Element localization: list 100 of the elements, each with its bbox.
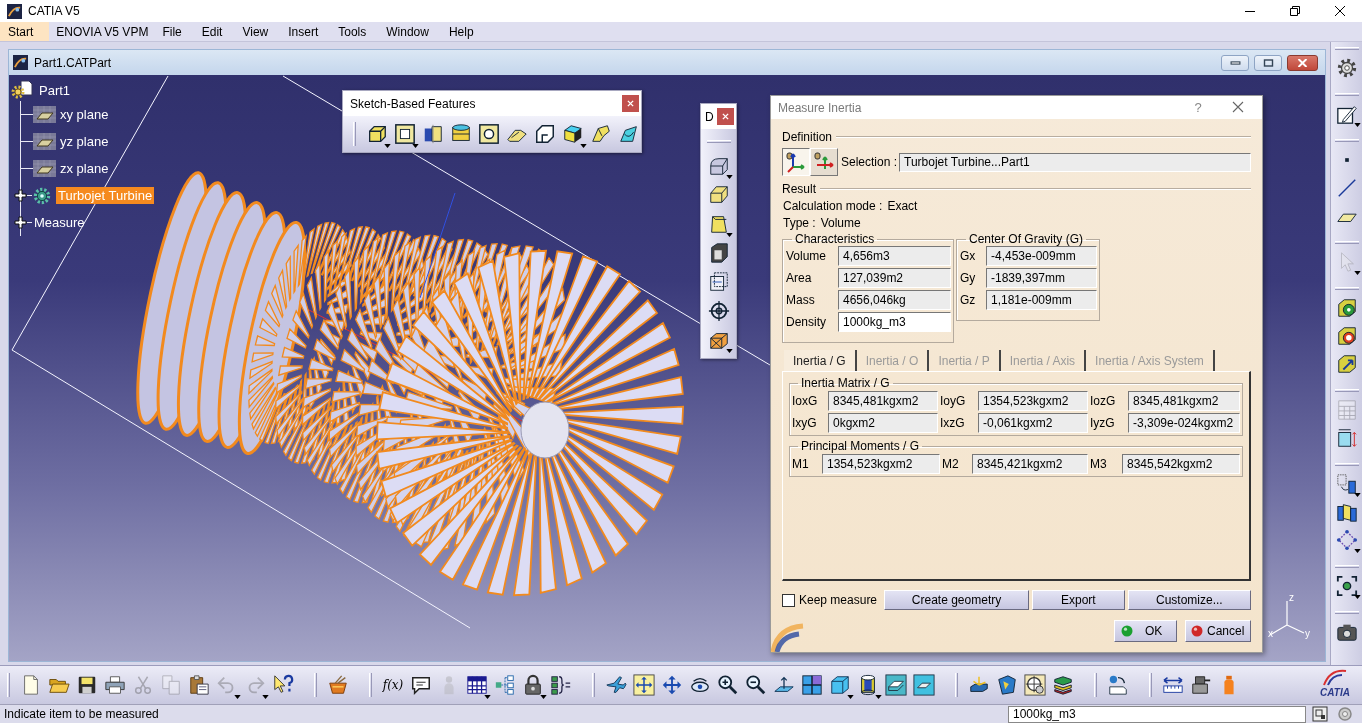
dimension-box-icon[interactable] (1335, 427, 1358, 449)
field-value: Volume (820, 215, 861, 230)
close-button[interactable] (622, 95, 639, 112)
dropdown-caret-icon[interactable] (412, 143, 419, 148)
value-field: 8345,421kgxm2 (972, 454, 1088, 474)
dropdown-caret-icon[interactable] (725, 233, 733, 237)
tree-item[interactable]: yz plane (58, 133, 111, 150)
printer-icon[interactable] (104, 674, 126, 696)
bowl-icon[interactable] (327, 674, 349, 696)
colored-cube-icon[interactable] (562, 123, 584, 145)
stacked-layers-icon[interactable] (1052, 674, 1074, 696)
box-arrow-icon[interactable] (1335, 473, 1358, 495)
clipboard-icon[interactable] (188, 674, 210, 696)
restore-button[interactable] (1254, 54, 1282, 71)
pillars-icon[interactable] (1335, 501, 1358, 523)
menu-item[interactable]: Tools (328, 22, 377, 41)
selection-field[interactable]: Turbojet Turbine...Part1 (899, 152, 1251, 172)
minimize-button[interactable] (1221, 54, 1249, 71)
cube-icon[interactable] (829, 674, 851, 696)
move-arrows-icon[interactable] (661, 674, 683, 696)
cube-arrow-icon[interactable] (1335, 353, 1358, 375)
cube-ring-icon[interactable] (1335, 325, 1358, 347)
dropdown-caret-icon[interactable] (1353, 493, 1361, 497)
dialog-button[interactable]: OK (1114, 620, 1177, 642)
action-button[interactable]: Create geometry (884, 590, 1029, 610)
chamfer-block-icon[interactable] (707, 183, 730, 206)
hierarchy-icon[interactable] (494, 674, 516, 696)
dropdown-caret-icon[interactable] (725, 349, 733, 353)
four-view-icon[interactable] (801, 674, 823, 696)
gear-icon[interactable] (1335, 57, 1358, 79)
tab[interactable]: Inertia / G (784, 350, 857, 371)
input-field[interactable]: 1000kg_m3 (838, 312, 951, 332)
checkbox-label[interactable]: Keep measure (799, 593, 878, 607)
pocket-block-icon[interactable] (394, 123, 416, 145)
measure-distance-icon[interactable] (1162, 674, 1184, 696)
hole-block-icon[interactable] (478, 123, 500, 145)
zoom-out-icon[interactable] (745, 674, 767, 696)
value-field: 1354,523kgxm2 (822, 454, 940, 474)
tree-item[interactable]: Measure (32, 214, 87, 231)
dropdown-caret-icon[interactable] (725, 175, 733, 179)
menu-item[interactable]: Window (376, 22, 439, 41)
dropdown-caret-icon[interactable] (580, 143, 587, 148)
airplane-icon[interactable] (605, 674, 627, 696)
dropdown-caret-icon[interactable] (1353, 549, 1361, 553)
expand-plus-icon[interactable] (14, 216, 27, 229)
close-button[interactable] (717, 108, 734, 125)
material-sheet-icon[interactable] (996, 674, 1018, 696)
dropdown-caret-icon[interactable] (384, 143, 391, 148)
fit-all-icon[interactable] (633, 674, 655, 696)
checkbox[interactable] (782, 593, 795, 607)
zoom-in-icon[interactable] (717, 674, 739, 696)
menu-item[interactable]: Start (0, 22, 50, 41)
dropdown-caret-icon[interactable] (875, 694, 882, 699)
crosshair-icon[interactable] (707, 299, 730, 322)
pointer-question-icon[interactable] (272, 674, 294, 696)
dropdown-caret-icon[interactable] (1353, 595, 1361, 599)
dropdown-caret-icon[interactable] (1353, 123, 1361, 127)
disc-icon[interactable] (1337, 706, 1353, 722)
slot-profile-icon[interactable] (534, 123, 556, 145)
grid-table-icon[interactable] (466, 674, 488, 696)
extruded-block-icon[interactable] (366, 123, 388, 145)
focus-frame-icon[interactable] (1335, 575, 1358, 597)
menu-item[interactable]: File (152, 22, 192, 41)
sphere-arrow-icon[interactable] (1107, 674, 1129, 696)
menu-item[interactable]: Help (438, 22, 484, 41)
padlock-icon[interactable] (522, 674, 544, 696)
help-button[interactable]: ? (1188, 100, 1208, 115)
mode-button[interactable] (782, 148, 810, 176)
dropdown-caret-icon[interactable] (540, 694, 547, 699)
speech-bubble-icon[interactable] (410, 674, 432, 696)
cube-wheel-icon[interactable] (1335, 297, 1358, 319)
swept-solid-icon[interactable] (590, 123, 612, 145)
revolved-shape-icon[interactable] (422, 123, 444, 145)
menu-item[interactable]: Insert (278, 22, 329, 41)
cut-swept-icon[interactable] (618, 123, 640, 145)
tree-item[interactable]: xy plane (58, 106, 111, 123)
window-frame-icon[interactable] (1312, 706, 1328, 722)
swap-space-icon[interactable] (913, 674, 935, 696)
dialog-button[interactable]: Cancel (1185, 620, 1251, 642)
dropdown-caret-icon[interactable] (484, 694, 491, 699)
sketch-pencil-icon[interactable] (1335, 103, 1358, 125)
brace-equals-icon[interactable] (550, 674, 572, 696)
tree-item[interactable]: Part1 (37, 81, 73, 99)
action-button[interactable]: Customize... (1127, 590, 1251, 610)
action-button[interactable]: Export (1032, 590, 1125, 610)
close-button[interactable] (1232, 100, 1246, 115)
menu-item[interactable]: View (232, 22, 279, 41)
menu-item[interactable]: Edit (191, 22, 233, 41)
tree-item[interactable]: zx plane (58, 160, 111, 177)
status-input-field[interactable]: 1000kg_m3 (1008, 705, 1306, 723)
measure-item-icon[interactable] (1190, 674, 1212, 696)
target-gear-icon[interactable] (1024, 674, 1046, 696)
node-ring-icon[interactable] (1335, 529, 1358, 551)
line-icon[interactable] (1335, 177, 1358, 199)
close-button[interactable] (1287, 54, 1318, 71)
dropdown-caret-icon[interactable] (847, 694, 854, 699)
hide-show-icon[interactable] (885, 674, 907, 696)
menu-item[interactable]: ENOVIA V5 VPM (49, 22, 153, 41)
thickness-block-icon[interactable] (707, 270, 730, 293)
expand-plus-icon[interactable] (14, 189, 27, 202)
